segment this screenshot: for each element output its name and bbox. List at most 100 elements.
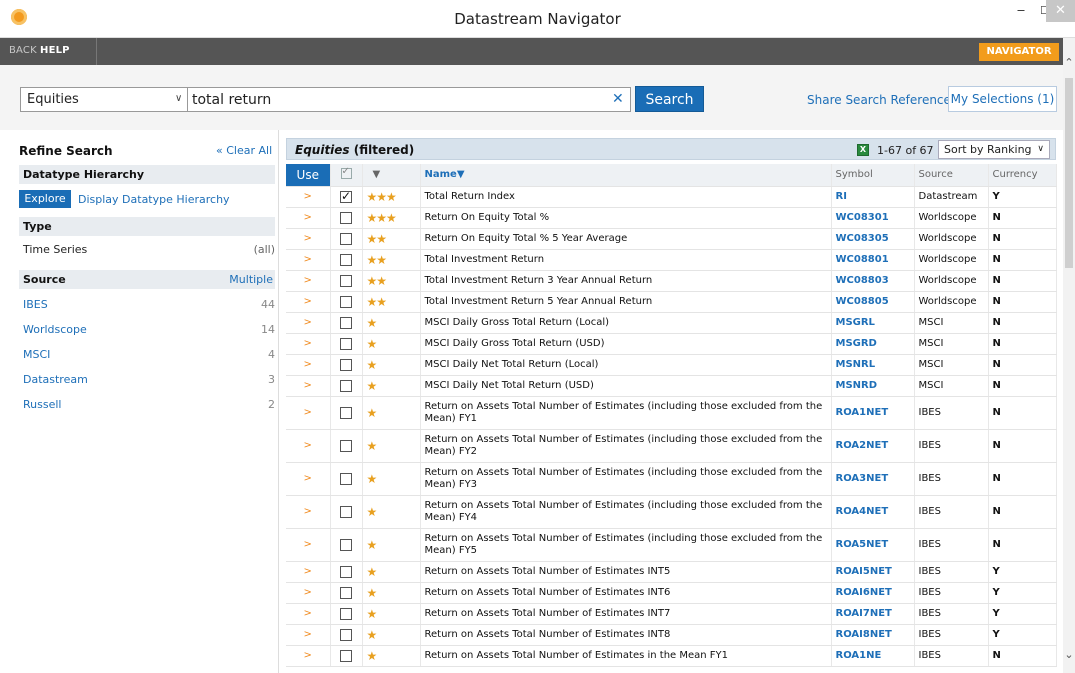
expand-row-icon[interactable]: >	[286, 396, 331, 430]
row-select-cell[interactable]	[330, 291, 363, 313]
table-row[interactable]: > ★ Return on Assets Total Number of Estim…	[286, 429, 1057, 463]
datatype-symbol[interactable]: ROAI8NET	[831, 624, 915, 646]
table-row[interactable]: > ★ MSCI Daily Net Total Return (Local) MSN…	[286, 354, 1057, 376]
row-checkbox[interactable]	[340, 406, 352, 419]
type-filter-item[interactable]: Time Series (all)	[23, 243, 275, 256]
row-checkbox[interactable]	[340, 472, 352, 485]
datatype-symbol[interactable]: MSNRL	[831, 354, 915, 376]
row-select-cell[interactable]	[330, 375, 363, 397]
expand-row-icon[interactable]: >	[286, 495, 331, 529]
row-checkbox[interactable]	[340, 189, 352, 203]
currency-column-header[interactable]: Currency	[988, 164, 1057, 187]
row-select-cell[interactable]	[330, 624, 363, 646]
datatype-name[interactable]: Return on Assets Total Number of Estimat…	[420, 603, 832, 625]
row-checkbox[interactable]	[340, 505, 352, 518]
row-checkbox[interactable]	[340, 607, 352, 620]
back-button[interactable]: BACK	[9, 45, 37, 56]
expand-row-icon[interactable]: >	[286, 186, 331, 208]
row-select-cell[interactable]	[330, 270, 363, 292]
source-item-msci[interactable]: MSCI 4	[23, 348, 275, 361]
row-checkbox[interactable]	[340, 379, 352, 392]
datatype-symbol[interactable]: ROA3NET	[831, 462, 915, 496]
source-column-header[interactable]: Source	[914, 164, 989, 187]
expand-row-icon[interactable]: >	[286, 561, 331, 583]
datatype-name[interactable]: Return on Assets Total Number of Estimat…	[420, 582, 832, 604]
row-select-cell[interactable]	[330, 462, 363, 496]
row-select-cell[interactable]	[330, 186, 363, 208]
row-select-cell[interactable]	[330, 582, 363, 604]
table-row[interactable]: > ★ MSCI Daily Net Total Return (USD) MSNRD…	[286, 375, 1057, 397]
help-button[interactable]: HELP	[40, 45, 70, 56]
scroll-thumb[interactable]	[1065, 78, 1073, 268]
datatype-symbol[interactable]: ROA1NE	[831, 645, 915, 667]
table-row[interactable]: > ★ MSCI Daily Gross Total Return (Local) M…	[286, 312, 1057, 334]
row-checkbox[interactable]	[340, 274, 352, 287]
row-checkbox[interactable]	[340, 253, 352, 266]
datatype-symbol[interactable]: WC08301	[831, 207, 915, 229]
datatype-name[interactable]: Return on Assets Total Number of Estimat…	[420, 495, 832, 529]
scroll-up-icon[interactable]: ⌃	[1063, 56, 1075, 69]
table-row[interactable]: > ★ Return on Assets Total Number of Estim…	[286, 561, 1057, 583]
datatype-symbol[interactable]: ROAI5NET	[831, 561, 915, 583]
expand-row-icon[interactable]: >	[286, 645, 331, 667]
datatype-symbol[interactable]: RI	[831, 186, 915, 208]
datatype-name[interactable]: MSCI Daily Gross Total Return (Local)	[420, 312, 832, 334]
datatype-symbol[interactable]: MSGRD	[831, 333, 915, 355]
source-item-russell[interactable]: Russell 2	[23, 398, 275, 411]
datatype-name[interactable]: Return on Assets Total Number of Estimat…	[420, 645, 832, 667]
datatype-name[interactable]: Return on Assets Total Number of Estimat…	[420, 624, 832, 646]
my-selections-button[interactable]: My Selections (1)	[948, 86, 1057, 112]
row-select-cell[interactable]	[330, 333, 363, 355]
datatype-name[interactable]: MSCI Daily Net Total Return (Local)	[420, 354, 832, 376]
table-row[interactable]: > ★ Return on Assets Total Number of Estim…	[286, 462, 1057, 496]
row-checkbox[interactable]	[340, 316, 352, 329]
row-checkbox[interactable]	[340, 439, 352, 452]
use-column-header[interactable]: Use	[286, 164, 331, 187]
datatype-name[interactable]: Return on Assets Total Number of Estimat…	[420, 561, 832, 583]
table-row[interactable]: > ★ MSCI Daily Gross Total Return (USD) MSG…	[286, 333, 1057, 355]
row-select-cell[interactable]	[330, 603, 363, 625]
table-row[interactable]: > ★ Return on Assets Total Number of Estim…	[286, 624, 1057, 646]
row-checkbox[interactable]	[340, 649, 352, 662]
close-icon[interactable]: ✕	[1046, 0, 1075, 22]
row-select-cell[interactable]	[330, 249, 363, 271]
row-checkbox[interactable]	[340, 337, 352, 350]
expand-row-icon[interactable]: >	[286, 228, 331, 250]
page-scrollbar[interactable]: ⌃ ⌄	[1063, 38, 1075, 673]
row-checkbox[interactable]	[340, 358, 352, 371]
datatype-name[interactable]: Return on Assets Total Number of Estimat…	[420, 429, 832, 463]
row-checkbox[interactable]	[340, 295, 352, 308]
datatype-symbol[interactable]: WC08801	[831, 249, 915, 271]
row-checkbox[interactable]	[340, 628, 352, 641]
source-item-datastream[interactable]: Datastream 3	[23, 373, 275, 386]
row-checkbox[interactable]	[340, 211, 352, 224]
datatype-name[interactable]: Return On Equity Total % 5 Year Average	[420, 228, 832, 250]
row-checkbox[interactable]	[340, 232, 352, 245]
row-checkbox[interactable]	[340, 538, 352, 551]
table-row[interactable]: > ★ Return on Assets Total Number of Estim…	[286, 396, 1057, 430]
datatype-name[interactable]: Total Investment Return 5 Year Annual Re…	[420, 291, 832, 313]
datatype-symbol[interactable]: ROA2NET	[831, 429, 915, 463]
datatype-name[interactable]: Return On Equity Total %	[420, 207, 832, 229]
row-select-cell[interactable]	[330, 312, 363, 334]
datatype-symbol[interactable]: ROAI7NET	[831, 603, 915, 625]
share-search-link[interactable]: Share Search Reference	[807, 93, 951, 107]
expand-row-icon[interactable]: >	[286, 207, 331, 229]
clear-all-link[interactable]: « Clear All	[216, 144, 272, 157]
table-row[interactable]: > ★★ Return On Equity Total % 5 Year Avera…	[286, 228, 1057, 250]
table-row[interactable]: > ★ Return on Assets Total Number of Estim…	[286, 528, 1057, 562]
datatype-symbol[interactable]: WC08805	[831, 291, 915, 313]
expand-row-icon[interactable]: >	[286, 429, 331, 463]
table-row[interactable]: > ★ Return on Assets Total Number of Estim…	[286, 603, 1057, 625]
expand-row-icon[interactable]: >	[286, 270, 331, 292]
navigator-badge[interactable]: NAVIGATOR	[979, 43, 1059, 61]
table-row[interactable]: > ★ Return on Assets Total Number of Estim…	[286, 582, 1057, 604]
row-select-cell[interactable]	[330, 354, 363, 376]
scroll-down-icon[interactable]: ⌄	[1063, 648, 1075, 661]
row-checkbox[interactable]	[340, 586, 352, 599]
datatype-symbol[interactable]: MSNRD	[831, 375, 915, 397]
table-row[interactable]: > ★★ Total Investment Return 5 Year Annual…	[286, 291, 1057, 313]
datatype-symbol[interactable]: MSGRL	[831, 312, 915, 334]
expand-row-icon[interactable]: >	[286, 528, 331, 562]
explore-button[interactable]: Explore	[19, 190, 71, 208]
